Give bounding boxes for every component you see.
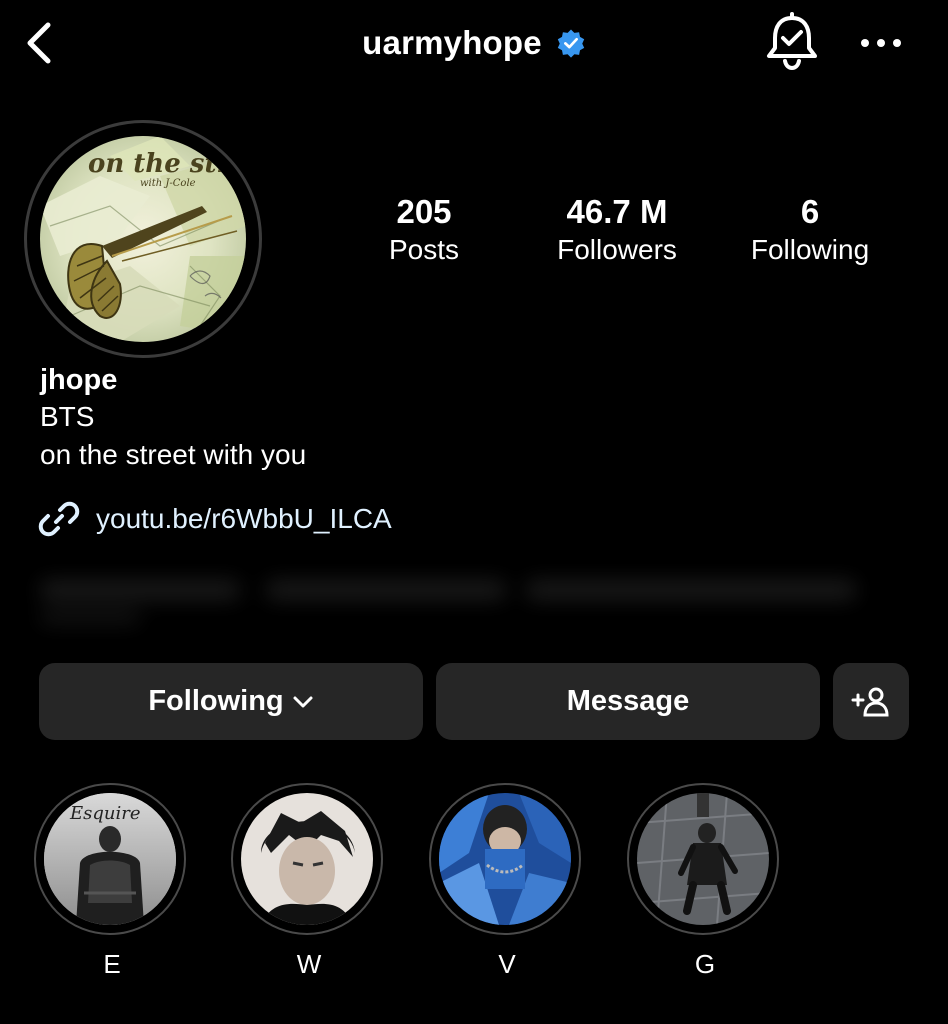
highlight-ring: Esquire [34,783,186,935]
butterfly-artwork: on the street with J-Cole [40,136,246,342]
highlight-cover: Esquire [44,793,176,925]
highlight-cover-caption: Esquire [69,803,141,824]
stat-posts[interactable]: 205 Posts [324,192,524,268]
highlight-ring [231,783,383,935]
back-button[interactable] [14,14,62,72]
profile-username: uarmyhope [362,24,542,61]
message-button[interactable]: Message [436,663,820,740]
profile-name: jhope [40,364,118,396]
story-highlight[interactable]: G [627,783,783,979]
notifications-button[interactable] [764,12,820,74]
following-button[interactable]: Following [39,663,423,740]
highlight-label: V [498,949,516,979]
story-highlight[interactable]: Esquire E [34,783,190,979]
following-label: Following [750,234,870,265]
bio-line: on the street with you [40,439,307,470]
following-button-label: Following [148,685,284,717]
more-options-button[interactable] [856,20,906,66]
highlight-cover [241,793,373,925]
bio-line: BTS [40,401,95,432]
chevron-left-icon [27,22,51,64]
suggest-users-button[interactable] [833,663,909,740]
story-highlight[interactable]: W [231,783,387,979]
highlight-cover [637,793,769,925]
highlight-label: W [296,949,322,979]
chevron-down-icon [293,696,313,707]
highlight-ring [429,783,581,935]
message-button-label: Message [566,685,690,717]
posts-count: 205 [396,193,452,230]
posts-label: Posts [388,234,460,265]
more-horizontal-icon [861,39,901,47]
add-user-icon [851,687,889,716]
profile-avatar[interactable]: on the street with J-Cole [40,136,246,342]
highlight-ring [627,783,779,935]
following-count: 6 [800,193,820,230]
highlight-cover [439,793,571,925]
highlight-label: G [694,949,716,979]
followers-count: 46.7 M [566,193,668,230]
blurred-mutual-followers [36,570,876,626]
story-highlight[interactable]: V [429,783,585,979]
link-icon [38,501,80,537]
bell-check-icon [767,12,817,71]
link-text: youtu.be/r6WbbU_ILCA [96,503,392,534]
avatar-subtext: with J-Cole [140,178,196,189]
stat-followers[interactable]: 46.7 M Followers [517,192,717,268]
bio-link[interactable]: youtu.be/r6WbbU_ILCA [38,498,392,540]
followers-label: Followers [557,234,677,265]
verified-badge-icon [557,29,585,58]
highlight-label: E [103,949,121,979]
stat-following[interactable]: 6 Following [710,192,910,268]
